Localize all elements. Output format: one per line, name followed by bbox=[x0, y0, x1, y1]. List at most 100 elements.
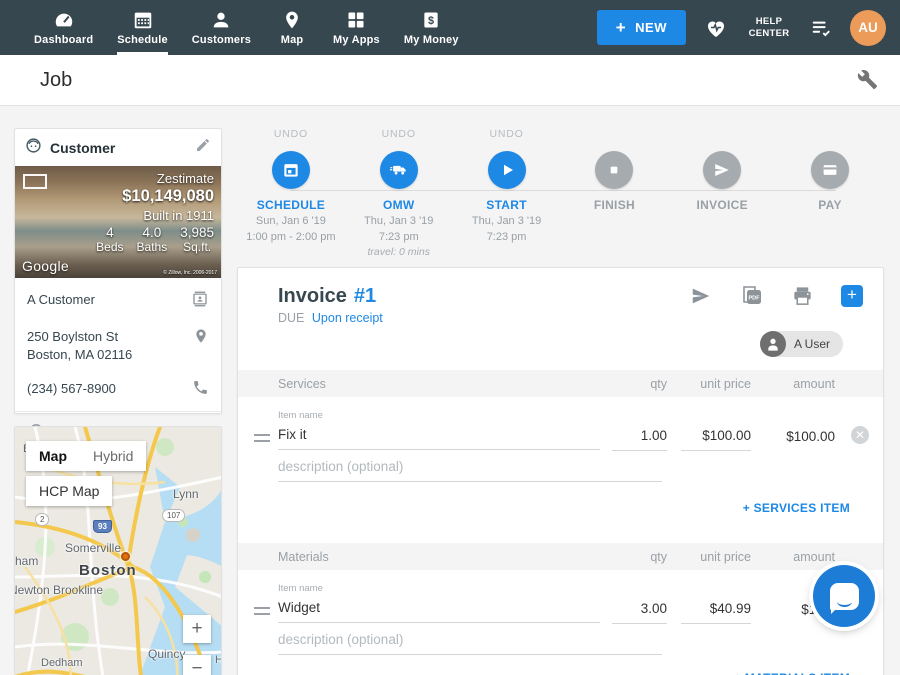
materials-title: Materials bbox=[278, 550, 612, 564]
hcp-map-button[interactable]: HCP Map bbox=[26, 476, 112, 506]
pdf-icon[interactable]: PDF bbox=[740, 284, 764, 308]
customer-name: A Customer bbox=[27, 290, 191, 309]
contact-card-icon[interactable] bbox=[191, 290, 209, 311]
nav-item-dashboard[interactable]: Dashboard bbox=[22, 0, 105, 55]
finish-step-button[interactable] bbox=[595, 151, 633, 189]
route-shield-107: 107 bbox=[162, 509, 185, 522]
built-year: Built in 1911 bbox=[96, 208, 214, 223]
nav-label: Schedule bbox=[117, 34, 168, 46]
material-qty-input[interactable] bbox=[612, 595, 667, 624]
service-amount: $100.00 bbox=[761, 429, 835, 444]
property-stats: 4 Beds 4.0 Baths 3,985 Sq.ft. bbox=[96, 225, 214, 254]
map-zoom-out-button[interactable]: − bbox=[183, 655, 211, 675]
truck-icon bbox=[388, 160, 410, 180]
customer-card: Customer Zestimate $10,149,080 Built in … bbox=[14, 128, 222, 414]
material-unit-price-input[interactable] bbox=[681, 595, 751, 624]
checklist-icon[interactable] bbox=[809, 17, 833, 39]
add-materials-item-link[interactable]: + MATERIALS ITEM bbox=[734, 671, 850, 675]
map-label-newton: Newton bbox=[14, 583, 50, 597]
stat-sqft: 3,985 Sq.ft. bbox=[180, 225, 214, 254]
timeline-step-schedule: UNDO SCHEDULE Sun, Jan 6 '191:00 pm - 2:… bbox=[237, 128, 345, 266]
add-services-item-link[interactable]: + SERVICES ITEM bbox=[743, 501, 850, 515]
customer-phone: (234) 567-8900 bbox=[27, 379, 192, 398]
stop-icon bbox=[606, 162, 622, 178]
map-pin-icon bbox=[282, 9, 302, 31]
map-label-quincy: Quincy bbox=[148, 647, 185, 661]
money-icon: $ bbox=[421, 9, 441, 31]
chat-bubble-icon bbox=[830, 583, 859, 610]
nav-label: Map bbox=[281, 34, 304, 46]
delete-service-item-icon[interactable]: ✕ bbox=[851, 426, 869, 444]
map-label-waltham: ham bbox=[15, 554, 38, 568]
nav-item-map[interactable]: Map bbox=[263, 0, 321, 55]
undo-link[interactable]: UNDO bbox=[453, 128, 561, 145]
due-value-link[interactable]: Upon receipt bbox=[312, 311, 383, 325]
service-unit-price-input[interactable] bbox=[681, 422, 751, 451]
nav-item-my-money[interactable]: $ My Money bbox=[392, 0, 471, 55]
app-window: Dashboard Schedule Customers Map bbox=[0, 0, 900, 675]
material-description-input[interactable] bbox=[278, 626, 662, 655]
play-icon bbox=[498, 161, 516, 179]
dashboard-icon bbox=[53, 9, 75, 31]
google-watermark: Google bbox=[22, 258, 69, 274]
customer-address-row: 250 Boylston St Boston, MA 02116 bbox=[15, 319, 221, 371]
invoice-step-button[interactable] bbox=[703, 151, 741, 189]
timeline-step-invoice: INVOICE bbox=[668, 128, 776, 266]
invoice-card: Invoice #1 PDF + bbox=[237, 267, 884, 675]
customer-address: 250 Boylston St Boston, MA 02116 bbox=[27, 327, 193, 363]
service-name-input[interactable] bbox=[278, 421, 600, 450]
job-settings-icon[interactable] bbox=[857, 69, 878, 95]
location-pin-icon[interactable] bbox=[193, 327, 209, 348]
map-type-hybrid-button[interactable]: Hybrid bbox=[80, 441, 146, 471]
invoice-title: Invoice bbox=[278, 285, 347, 308]
amount-column-header: amount bbox=[761, 377, 835, 391]
add-invoice-button[interactable]: + bbox=[841, 285, 863, 307]
print-icon[interactable] bbox=[791, 285, 814, 308]
job-location-pin bbox=[121, 552, 130, 561]
service-item-row: Item name $100.00 ✕ bbox=[238, 397, 883, 451]
assigned-user-chip[interactable]: A User bbox=[760, 331, 843, 357]
page-header: Job bbox=[0, 55, 900, 106]
timeline-step-start: UNDO START Thu, Jan 3 '197:23 pm bbox=[453, 128, 561, 266]
customer-card-header: Customer bbox=[15, 129, 221, 166]
calendar-icon bbox=[132, 9, 154, 31]
pay-step-button[interactable] bbox=[811, 151, 849, 189]
new-button[interactable]: + NEW bbox=[597, 10, 686, 45]
nav-label: My Apps bbox=[333, 34, 380, 46]
route-shield-93: 93 bbox=[93, 520, 112, 533]
phone-icon[interactable] bbox=[192, 379, 209, 399]
drag-handle-icon[interactable] bbox=[254, 434, 270, 442]
chat-launcher-button[interactable] bbox=[813, 565, 875, 627]
nav-item-my-apps[interactable]: My Apps bbox=[321, 0, 392, 55]
unit-price-column-header: unit price bbox=[681, 377, 751, 391]
drag-handle-icon[interactable] bbox=[254, 607, 270, 615]
service-qty-input[interactable] bbox=[612, 422, 667, 451]
customer-phone-row: (234) 567-8900 bbox=[15, 371, 221, 407]
undo-link[interactable]: UNDO bbox=[345, 128, 453, 145]
amount-column-header: amount bbox=[761, 550, 835, 564]
omw-step-button[interactable] bbox=[380, 151, 418, 189]
undo-link[interactable]: UNDO bbox=[237, 128, 345, 145]
item-name-label: Item name bbox=[278, 410, 600, 421]
map-canvas[interactable]: Burlington Lynn 107 2 93 Somerville ham … bbox=[15, 427, 221, 675]
stat-baths: 4.0 Baths bbox=[137, 225, 168, 254]
nav-item-schedule[interactable]: Schedule bbox=[105, 0, 180, 55]
nav-item-customers[interactable]: Customers bbox=[180, 0, 263, 55]
material-item-row: Item name $122. ✕ bbox=[238, 570, 883, 624]
send-invoice-icon[interactable] bbox=[689, 285, 713, 307]
start-step-button[interactable] bbox=[488, 151, 526, 189]
edit-pencil-icon[interactable] bbox=[195, 137, 211, 158]
send-icon bbox=[713, 161, 731, 179]
timeline-step-finish: FINISH bbox=[560, 128, 668, 266]
item-name-label: Item name bbox=[278, 583, 600, 594]
schedule-step-button[interactable] bbox=[272, 151, 310, 189]
material-name-input[interactable] bbox=[278, 594, 600, 623]
help-center-link[interactable]: HELP CENTER bbox=[746, 16, 792, 40]
property-photo[interactable]: Zestimate $10,149,080 Built in 1911 4 Be… bbox=[15, 166, 221, 278]
user-avatar[interactable]: AU bbox=[850, 10, 886, 46]
service-description-input[interactable] bbox=[278, 453, 662, 482]
timeline-step-pay: PAY bbox=[776, 128, 884, 266]
health-heart-icon[interactable] bbox=[703, 16, 729, 40]
map-zoom-in-button[interactable]: + bbox=[183, 615, 211, 643]
map-type-map-button[interactable]: Map bbox=[26, 441, 80, 471]
